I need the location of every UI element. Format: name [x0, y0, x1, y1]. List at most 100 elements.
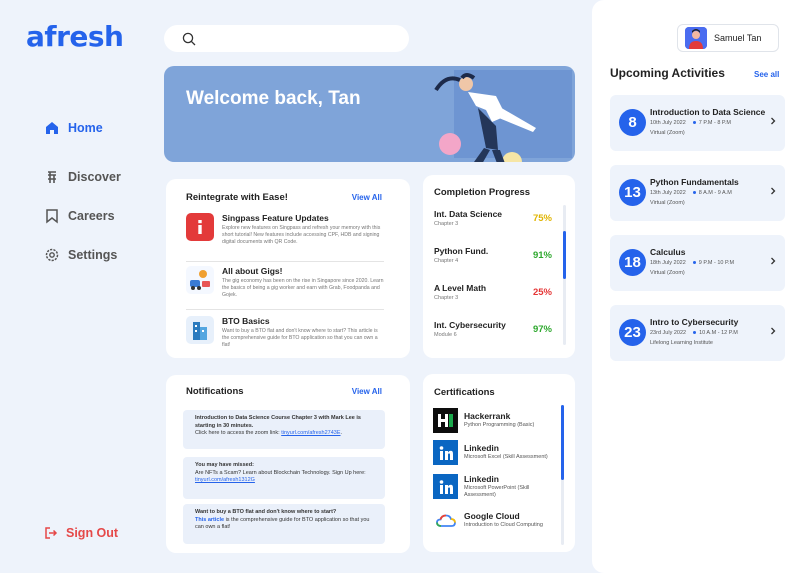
app-logo[interactable]: afresh: [26, 20, 124, 53]
building-icon: [186, 316, 214, 344]
hackerrank-icon: [433, 408, 458, 433]
user-profile-button[interactable]: Samuel Tan: [677, 24, 779, 52]
notification-item[interactable]: Want to buy a BTO flat and don't know wh…: [183, 504, 385, 544]
notification-item[interactable]: Introduction to Data Science Course Chap…: [183, 410, 385, 449]
activity-title: Calculus: [650, 247, 686, 257]
reintegrate-view-all-link[interactable]: View All: [352, 193, 382, 202]
chevron-right-icon: [771, 187, 776, 195]
certification-name: Linkedin: [464, 474, 499, 484]
see-all-link[interactable]: See all: [754, 70, 779, 79]
course-name: Int. Cybersecurity: [434, 320, 506, 330]
certification-item[interactable]: Linkedin Microsoft PowerPoint (Skill Asse…: [433, 474, 554, 500]
certification-subtitle: Microsoft PowerPoint (Skill Assessment): [464, 485, 530, 499]
article-item[interactable]: BTO Basics Want to buy a BTO flat and do…: [186, 316, 386, 349]
article-title: BTO Basics: [222, 316, 270, 326]
notifications-view-all-link[interactable]: View All: [352, 387, 382, 396]
activity-location: Virtual (Zoom): [650, 270, 685, 276]
notification-text: Click here to access the zoom link:: [195, 430, 282, 437]
progress-row[interactable]: A Level Math Chapter 3 25%: [434, 283, 552, 301]
activity-date: 13th July 2022: [650, 190, 686, 196]
activity-date-badge: 18: [619, 249, 646, 276]
progress-row[interactable]: Int. Data Science Chapter 3 75%: [434, 209, 552, 227]
certification-item[interactable]: Linkedin Microsoft Excel (Skill Assessmen…: [433, 440, 548, 465]
sidebar-item-label: Home: [68, 121, 103, 135]
sidebar-item-careers[interactable]: Careers: [44, 206, 164, 226]
progress-percent: 91%: [532, 249, 552, 261]
notification-link[interactable]: tinyurl.com/afresh1312G: [195, 477, 373, 485]
notification-text: Are NFTs a Scam? Learn about Blockchain …: [195, 469, 366, 476]
scrollbar-thumb[interactable]: [561, 405, 564, 480]
sidebar-item-settings[interactable]: Settings: [44, 245, 164, 265]
gear-icon: [45, 248, 59, 262]
sidebar-item-discover[interactable]: Discover: [44, 167, 164, 187]
notification-item[interactable]: You may have missed: Are NFTs a Scam? Le…: [183, 457, 385, 499]
course-name: A Level Math: [434, 283, 487, 293]
progress-percent: 97%: [532, 323, 552, 335]
notification-text: .: [340, 430, 343, 437]
user-name: Samuel Tan: [714, 33, 762, 43]
sidebar-item-home[interactable]: Home: [44, 118, 164, 138]
discover-icon: [48, 171, 56, 183]
activity-location: Virtual (Zoom): [650, 200, 685, 206]
notification-link[interactable]: tinyurl.com/afresh2743E: [281, 430, 340, 436]
certifications-card: Certifications Hackerrank Python Programm…: [423, 374, 575, 552]
chevron-right-icon: [771, 117, 776, 125]
linkedin-icon: [433, 474, 458, 500]
search-bar[interactable]: [164, 25, 409, 52]
upcoming-title: Upcoming Activities: [610, 66, 725, 80]
certification-item[interactable]: Google Cloud Introduction to Cloud Comput…: [433, 508, 543, 533]
article-description: The gig economy has been on the rise in …: [222, 278, 384, 299]
progress-row[interactable]: Python Fund. Chapter 4 91%: [434, 246, 552, 264]
search-icon: [182, 32, 196, 45]
course-chapter: Chapter 4: [434, 258, 459, 264]
sign-out-button[interactable]: Sign Out: [44, 526, 118, 540]
activity-date-badge: 23: [619, 319, 646, 346]
right-panel: Samuel Tan Upcoming Activities See all 8…: [592, 0, 806, 573]
certification-name: Hackerrank: [464, 411, 511, 422]
article-title: Singpass Feature Updates: [222, 213, 329, 223]
sidebar-nav: Home Discover Careers Settings: [44, 118, 164, 284]
notification-link[interactable]: This article: [195, 517, 224, 523]
progress-percent: 25%: [532, 286, 552, 298]
activity-location: Virtual (Zoom): [650, 130, 685, 136]
gig-icon: [186, 266, 214, 294]
activity-date-badge: 8: [619, 109, 646, 136]
activity-item[interactable]: 23 Intro to Cybersecurity 23rd July 2022…: [610, 305, 785, 361]
activity-time: 8 A.M - 9 A.M: [698, 190, 732, 196]
welcome-illustration: [434, 70, 572, 162]
notification-heading: Want to buy a BTO flat and don't know wh…: [195, 509, 337, 515]
course-chapter: Chapter 3: [434, 295, 459, 301]
article-item[interactable]: All about Gigs! The gig economy has been…: [186, 266, 386, 299]
certification-item[interactable]: Hackerrank Python Programming (Basic): [433, 408, 534, 433]
article-description: Explore new features on Singpass and ref…: [222, 225, 381, 246]
course-name: Int. Data Science: [434, 209, 503, 219]
article-item[interactable]: Singpass Feature Updates Explore new fea…: [186, 213, 386, 246]
activity-item[interactable]: 18 Calculus 18th July 2022 9 P.M - 10 P.M…: [610, 235, 785, 291]
activity-date: 23rd July 2022: [650, 330, 687, 336]
activity-location: Lifelong Learning Institute: [650, 340, 713, 346]
certification-subtitle: Introduction to Cloud Computing: [464, 522, 543, 529]
certifications-title: Certifications: [434, 387, 495, 398]
activity-date: 10th July 2022: [650, 120, 686, 126]
activity-item[interactable]: 13 Python Fundamentals 13th July 2022 8 A…: [610, 165, 785, 221]
article-title: All about Gigs!: [222, 266, 283, 276]
divider: [186, 309, 384, 310]
linkedin-icon: [433, 440, 458, 465]
activity-time: 10 A.M - 12 P.M: [699, 330, 738, 336]
welcome-title: Welcome back, Tan: [186, 88, 361, 109]
sidebar-item-label: Discover: [68, 170, 121, 184]
sidebar-item-label: Settings: [68, 248, 118, 262]
chevron-right-icon: [771, 327, 776, 335]
scrollbar-thumb[interactable]: [563, 231, 566, 279]
activity-date-badge: 13: [619, 179, 646, 206]
search-input[interactable]: [204, 32, 394, 45]
activity-item[interactable]: 8 Introduction to Data Science 10th July…: [610, 95, 785, 151]
activity-date: 18th July 2022: [650, 260, 686, 266]
reintegrate-card: Reintegrate with Ease! View All Singpass…: [166, 179, 410, 358]
progress-row[interactable]: Int. Cybersecurity Module 6 97%: [434, 320, 552, 338]
progress-title: Completion Progress: [434, 187, 531, 198]
activity-title: Python Fundamentals: [650, 177, 739, 187]
article-description: Want to buy a BTO flat and don't know wh…: [222, 328, 378, 349]
activity-title: Intro to Cybersecurity: [650, 317, 739, 327]
certification-subtitle: Microsoft Excel (Skill Assessment): [464, 454, 548, 461]
